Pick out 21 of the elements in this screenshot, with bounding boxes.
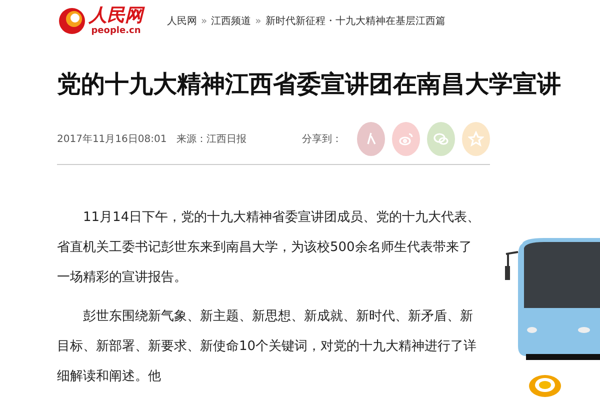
- breadcrumb-link[interactable]: 新时代新征程・十九大精神在基层江西篇: [265, 14, 446, 28]
- swirl-logo-icon: [528, 374, 562, 398]
- article-paragraph: 彭世东围绕新气象、新主题、新思想、新成就、新时代、新矛盾、新目标、新部署、新要求、新使命10个关键词，对党的十九大精神进行了详细解读和阐述。他: [57, 308, 478, 386]
- share-button[interactable]: [427, 122, 455, 156]
- logo-domain: people.cn: [91, 26, 141, 36]
- share-button[interactable]: [392, 122, 420, 156]
- star-icon: [468, 131, 484, 147]
- breadcrumb-separator: »: [255, 16, 262, 26]
- share-label: 分享到：: [302, 132, 342, 146]
- logo-name: 人民网: [89, 6, 143, 26]
- breadcrumb-link[interactable]: 江西频道: [211, 14, 252, 28]
- publish-date: 2017年11月16日08:01: [57, 133, 167, 146]
- article-paragraph: 11月14日下午，党的十九大精神省委宣讲团成员、党的十九大代表、省直机关工委书记彭世东来到南昌大学，为该校500余名师生代表带来了一场精彩的宣讲报告。: [57, 209, 482, 287]
- share-button[interactable]: [462, 122, 490, 156]
- weibo-icon: [398, 131, 414, 147]
- breadcrumb-separator: »: [201, 16, 208, 26]
- breadcrumb-link[interactable]: 人民网: [167, 14, 197, 28]
- chat-bubbles-icon: [433, 131, 449, 147]
- article-title: 党的十九大精神江西省委宣讲团在南昌大学宣讲: [57, 69, 561, 100]
- article-source: 来源：江西日报: [176, 132, 247, 146]
- share-button[interactable]: [357, 122, 385, 156]
